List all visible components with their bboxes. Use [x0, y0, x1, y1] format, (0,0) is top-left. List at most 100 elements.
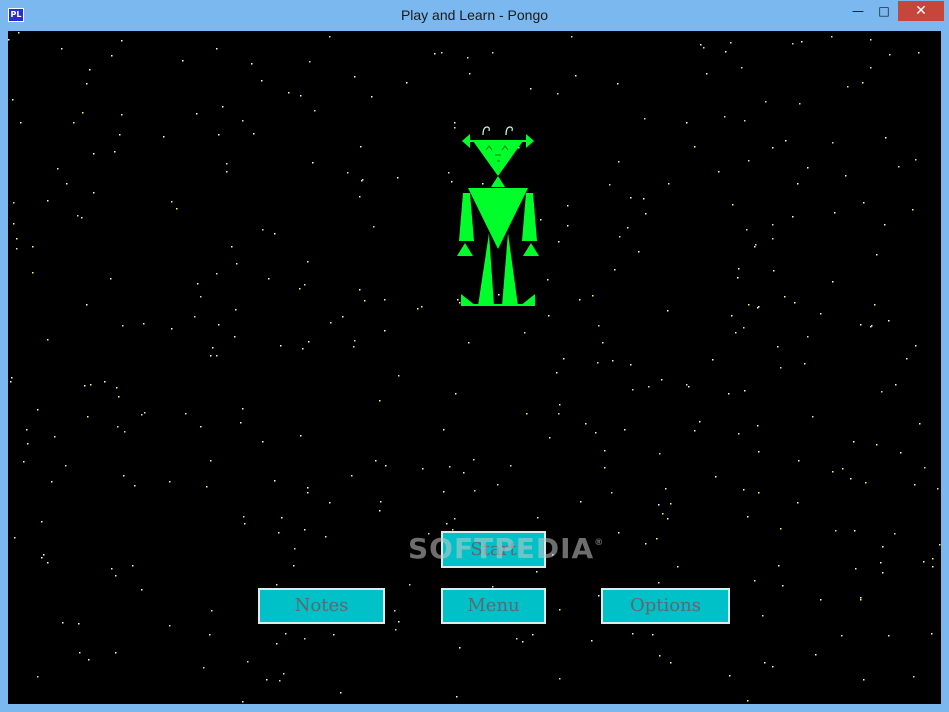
star [898, 166, 900, 168]
close-button[interactable]: ✕ [898, 1, 944, 21]
star [777, 346, 779, 348]
star [51, 481, 53, 483]
star [537, 517, 539, 519]
star [456, 696, 458, 698]
star [884, 224, 886, 226]
star [194, 316, 196, 318]
star [741, 67, 743, 69]
star [730, 42, 732, 44]
star [455, 393, 457, 395]
options-button[interactable]: Options [601, 588, 730, 624]
star [234, 336, 236, 338]
notes-button[interactable]: Notes [258, 588, 385, 624]
star [312, 162, 314, 164]
star [881, 391, 883, 393]
star [670, 662, 672, 664]
title-bar[interactable]: PL Play and Learn - Pongo — □ ✕ [0, 0, 949, 31]
star [712, 359, 714, 361]
star [571, 36, 573, 38]
star [853, 441, 855, 443]
star [699, 421, 701, 423]
star [182, 60, 184, 62]
star [937, 488, 939, 490]
star [735, 332, 737, 334]
star [253, 133, 255, 135]
star [547, 279, 549, 281]
star [841, 635, 843, 637]
star [394, 610, 396, 612]
star [110, 278, 112, 280]
star [754, 246, 756, 248]
star [285, 633, 287, 635]
star [20, 122, 22, 124]
star [888, 320, 890, 322]
star [196, 113, 198, 115]
star [375, 460, 377, 462]
star [744, 390, 746, 392]
star [748, 160, 750, 162]
star [14, 537, 16, 539]
maximize-button[interactable]: □ [871, 1, 897, 21]
star [469, 73, 471, 75]
star [932, 566, 934, 568]
star [266, 679, 268, 681]
star [114, 151, 116, 153]
star [619, 236, 621, 238]
star [725, 51, 727, 53]
star [658, 504, 660, 506]
star [82, 112, 84, 114]
star [797, 502, 799, 504]
star [549, 437, 551, 439]
star [41, 557, 43, 559]
star [293, 565, 295, 567]
star [409, 584, 411, 586]
start-button[interactable]: Start [441, 531, 546, 568]
star [302, 348, 304, 350]
star [865, 482, 867, 484]
star [169, 481, 171, 483]
star [89, 69, 91, 71]
star [656, 538, 658, 540]
star [667, 518, 669, 520]
menu-button[interactable]: Menu [441, 588, 546, 624]
star [524, 332, 526, 334]
star [276, 584, 278, 586]
star [662, 513, 664, 515]
star [93, 153, 95, 155]
star [32, 246, 34, 248]
star [304, 284, 306, 286]
star [307, 492, 309, 494]
star [84, 385, 86, 387]
star [304, 638, 306, 640]
star [820, 313, 822, 315]
star [10, 381, 12, 383]
star [870, 67, 872, 69]
star [591, 640, 593, 642]
star [197, 283, 199, 285]
star [888, 635, 890, 637]
star [66, 183, 68, 185]
star [659, 655, 661, 657]
star [422, 468, 424, 470]
star [728, 393, 730, 395]
star [359, 289, 361, 291]
star [522, 641, 524, 643]
star [380, 501, 382, 503]
star [764, 662, 766, 664]
star [231, 246, 233, 248]
star [801, 41, 803, 43]
minimize-button[interactable]: — [845, 1, 871, 21]
star [347, 172, 349, 174]
star [218, 324, 220, 326]
star [658, 582, 660, 584]
star [670, 503, 672, 505]
star [799, 103, 801, 105]
star [307, 487, 309, 489]
star [755, 244, 757, 246]
star [124, 431, 126, 433]
star [924, 467, 926, 469]
star [333, 634, 335, 636]
star [516, 638, 518, 640]
star [176, 208, 178, 210]
star [614, 269, 616, 271]
